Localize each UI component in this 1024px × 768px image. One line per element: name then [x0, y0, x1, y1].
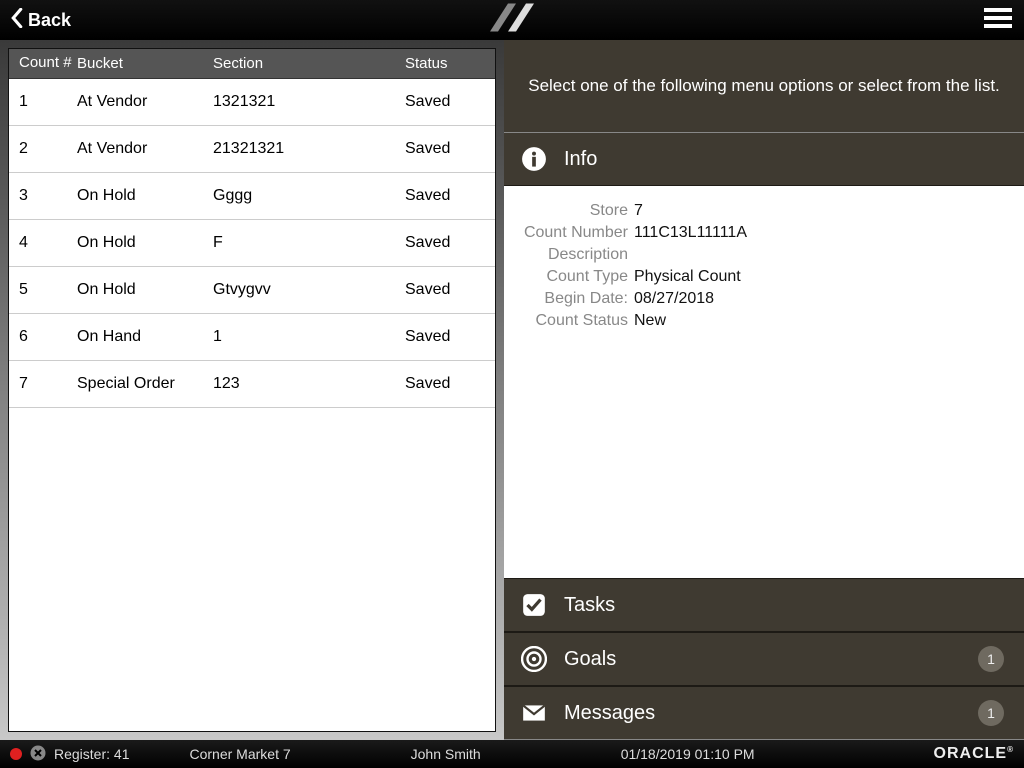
section-tasks-label: Tasks	[564, 594, 615, 617]
cell-status: Saved	[405, 140, 485, 158]
lbl-desc: Description	[518, 246, 628, 264]
target-icon	[520, 645, 548, 673]
table-row[interactable]: 6On Hand1Saved	[9, 314, 495, 361]
table-row[interactable]: 1At Vendor1321321Saved	[9, 79, 495, 126]
datetime: 01/18/2019 01:10 PM	[621, 746, 755, 762]
cell-status: Saved	[405, 375, 485, 393]
cell-bucket: On Hold	[77, 234, 213, 252]
cell-status: Saved	[405, 187, 485, 205]
table-row[interactable]: 5On HoldGtvygvvSaved	[9, 267, 495, 314]
store-name: Corner Market 7	[189, 746, 290, 762]
cell-count: 2	[19, 140, 77, 158]
cell-section: 1321321	[213, 93, 405, 111]
chevron-left-icon	[10, 8, 24, 33]
section-goals-label: Goals	[564, 648, 616, 671]
section-info[interactable]: Info	[504, 132, 1024, 186]
goals-badge: 1	[978, 646, 1004, 672]
col-status: Status	[405, 55, 485, 72]
checkbox-icon	[520, 591, 548, 619]
cell-count: 3	[19, 187, 77, 205]
section-goals[interactable]: Goals 1	[504, 632, 1024, 686]
close-icon[interactable]	[30, 745, 46, 764]
cell-section: 1	[213, 328, 405, 346]
val-countnum: 111C13L11111A	[634, 224, 747, 242]
back-label: Back	[28, 10, 71, 31]
cell-status: Saved	[405, 234, 485, 252]
table-header: Count # Bucket Section Status	[9, 49, 495, 79]
cell-bucket: On Hold	[77, 187, 213, 205]
brand-label: ORACLE®	[934, 745, 1014, 763]
cell-section: F	[213, 234, 405, 252]
status-bar: Register: 41 Corner Market 7 John Smith …	[0, 740, 1024, 768]
cell-bucket: At Vendor	[77, 93, 213, 111]
hamburger-icon	[982, 6, 1014, 30]
section-messages-label: Messages	[564, 702, 655, 725]
cell-bucket: Special Order	[77, 375, 213, 393]
cell-status: Saved	[405, 328, 485, 346]
cell-count: 4	[19, 234, 77, 252]
section-info-label: Info	[564, 148, 597, 171]
top-bar: Back	[0, 0, 1024, 40]
counts-table: Count # Bucket Section Status 1At Vendor…	[8, 48, 496, 732]
instruction-text: Select one of the following menu options…	[504, 40, 1024, 132]
lbl-countnum: Count Number	[518, 224, 628, 242]
cell-status: Saved	[405, 281, 485, 299]
table-row[interactable]: 7Special Order123Saved	[9, 361, 495, 408]
right-pane: Select one of the following menu options…	[504, 40, 1024, 740]
val-type: Physical Count	[634, 268, 741, 286]
register-label: Register: 41	[54, 746, 129, 762]
main-split: Count # Bucket Section Status 1At Vendor…	[0, 40, 1024, 740]
back-button[interactable]: Back	[10, 8, 71, 33]
cell-count: 6	[19, 328, 77, 346]
cell-bucket: On Hand	[77, 328, 213, 346]
status-dot-icon	[10, 748, 22, 760]
cell-bucket: On Hold	[77, 281, 213, 299]
cell-section: 21321321	[213, 140, 405, 158]
cell-status: Saved	[405, 93, 485, 111]
lbl-status: Count Status	[518, 312, 628, 330]
left-pane: Count # Bucket Section Status 1At Vendor…	[0, 40, 504, 740]
val-store: 7	[634, 202, 643, 220]
envelope-icon	[520, 699, 548, 727]
val-begin: 08/27/2018	[634, 290, 714, 308]
col-bucket: Bucket	[77, 55, 213, 72]
val-status: New	[634, 312, 666, 330]
cell-section: Gggg	[213, 187, 405, 205]
col-section: Section	[213, 55, 405, 72]
lbl-type: Count Type	[518, 268, 628, 286]
info-panel: Store 7 Count Number 111C13L11111A Descrip…	[504, 186, 1024, 578]
lbl-begin: Begin Date:	[518, 290, 628, 308]
app-logo	[488, 2, 536, 39]
table-row[interactable]: 2At Vendor21321321Saved	[9, 126, 495, 173]
section-messages[interactable]: Messages 1	[504, 686, 1024, 740]
messages-badge: 1	[978, 700, 1004, 726]
col-count: Count #	[19, 55, 77, 72]
cell-bucket: At Vendor	[77, 140, 213, 158]
table-body: 1At Vendor1321321Saved2At Vendor21321321…	[9, 79, 495, 731]
info-icon	[520, 145, 548, 173]
table-row[interactable]: 3On HoldGgggSaved	[9, 173, 495, 220]
menu-button[interactable]	[982, 6, 1014, 35]
cell-section: 123	[213, 375, 405, 393]
lbl-store: Store	[518, 202, 628, 220]
user-name: John Smith	[411, 746, 481, 762]
cell-section: Gtvygvv	[213, 281, 405, 299]
cell-count: 1	[19, 93, 77, 111]
cell-count: 7	[19, 375, 77, 393]
cell-count: 5	[19, 281, 77, 299]
table-row[interactable]: 4On HoldFSaved	[9, 220, 495, 267]
section-tasks[interactable]: Tasks	[504, 578, 1024, 632]
